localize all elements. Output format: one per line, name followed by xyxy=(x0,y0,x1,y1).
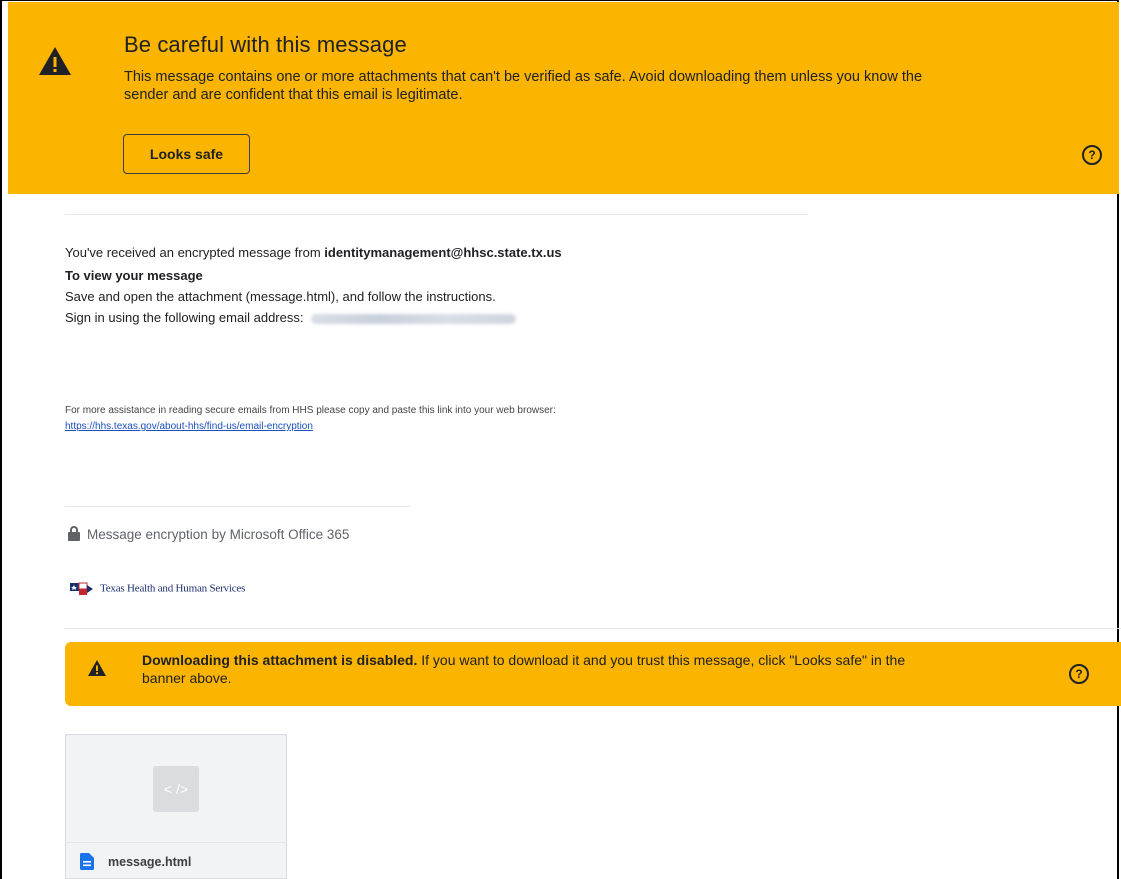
attachment-warning-banner: Downloading this attachment is disabled.… xyxy=(65,642,1121,706)
intro-line: You've received an encrypted message fro… xyxy=(65,245,562,260)
warning-banner: Be careful with this message This messag… xyxy=(8,2,1119,194)
org-signature: Texas Health and Human Services xyxy=(70,581,245,597)
looks-safe-button[interactable]: Looks safe xyxy=(123,134,250,174)
org-name: Texas Health and Human Services xyxy=(100,582,246,595)
footer-divider xyxy=(65,506,410,507)
help-circle-icon[interactable]: ? xyxy=(1069,664,1089,684)
assist-link[interactable]: https://hhs.texas.gov/about-hhs/find-us/… xyxy=(65,421,313,432)
header-divider xyxy=(65,214,808,215)
intro-text: You've received an encrypted message fro… xyxy=(65,245,325,260)
banner-body: This message contains one or more attach… xyxy=(124,69,923,103)
attachment-footer: message.html xyxy=(66,842,286,878)
encryption-note-text: Message encryption by Microsoft Office 3… xyxy=(87,527,350,542)
assist-text: For more assistance in reading secure em… xyxy=(65,405,556,416)
attachment-warning-bold: Downloading this attachment is disabled. xyxy=(142,652,418,668)
sender-email[interactable]: identitymanagement@hhsc.state.tx.us xyxy=(324,245,561,260)
code-file-icon: < /> xyxy=(153,766,199,812)
attachment-divider xyxy=(65,628,1121,629)
attachment-filename: message.html xyxy=(108,855,192,869)
warning-triangle-icon xyxy=(88,660,106,676)
attachment-preview: < /> xyxy=(66,735,286,842)
attachment-warning-text: Downloading this attachment is disabled.… xyxy=(142,651,932,687)
instruction-line: Save and open the attachment (message.ht… xyxy=(65,289,496,304)
view-heading-text: To view your message xyxy=(65,268,203,283)
encryption-note: Message encryption by Microsoft Office 3… xyxy=(68,526,349,542)
banner-title: Be careful with this message xyxy=(124,32,407,57)
view-heading: To view your message xyxy=(65,268,203,283)
lock-icon xyxy=(68,526,80,541)
texas-hhs-logo xyxy=(70,582,93,595)
attachment-card[interactable]: < /> message.html xyxy=(65,734,287,879)
document-icon xyxy=(80,853,94,870)
signin-text: Sign in using the following email addres… xyxy=(65,310,308,325)
signin-line: Sign in using the following email addres… xyxy=(65,310,517,325)
redacted-email xyxy=(311,313,517,324)
warning-triangle-icon xyxy=(39,47,71,75)
help-circle-icon[interactable]: ? xyxy=(1082,145,1102,165)
